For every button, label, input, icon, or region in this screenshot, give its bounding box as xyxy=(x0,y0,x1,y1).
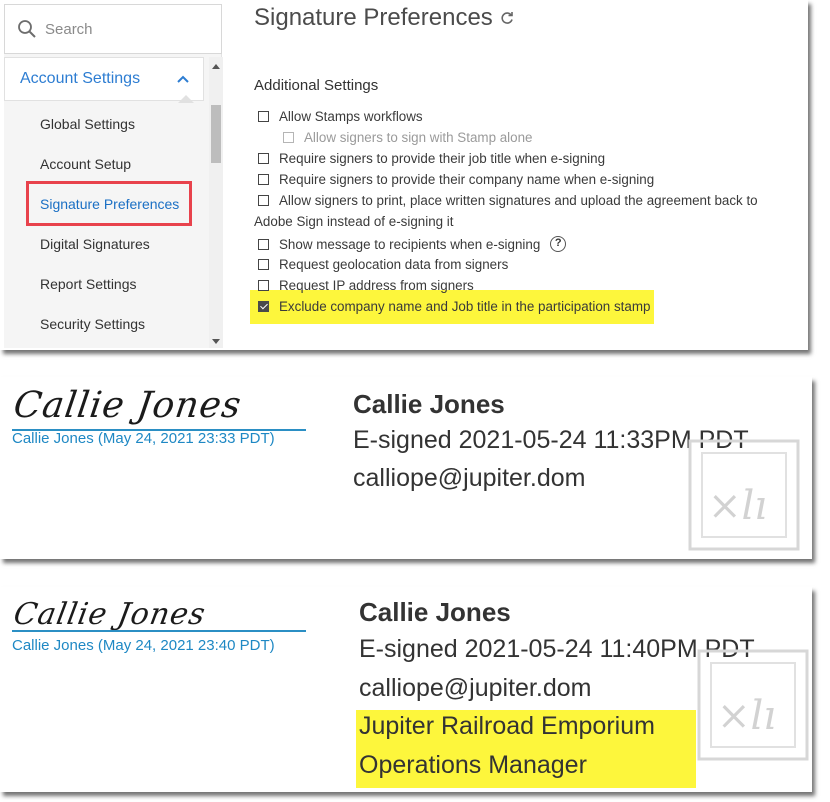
option-label: Request IP address from signers xyxy=(279,278,474,293)
option-ip-address[interactable]: Request IP address from signers xyxy=(258,278,474,293)
scroll-up-icon[interactable] xyxy=(212,64,220,69)
option-label: Require signers to provide their company… xyxy=(279,172,655,187)
sidebar-scrollbar[interactable] xyxy=(209,57,223,348)
sidebar: Search Account Settings Global Settings … xyxy=(4,4,223,348)
svg-text:×lı: ×lı xyxy=(708,483,767,529)
search-input[interactable]: Search xyxy=(4,4,222,54)
scroll-down-icon[interactable] xyxy=(212,339,220,344)
checkbox[interactable] xyxy=(258,195,269,206)
adobe-sign-stamp-icon: ×lı xyxy=(688,439,800,551)
main-content: Signature Preferences Additional Setting… xyxy=(240,0,806,348)
option-label: Allow signers to print, place written si… xyxy=(279,193,758,208)
sidebar-item-digital-signatures[interactable]: Digital Signatures xyxy=(40,222,179,262)
search-placeholder: Search xyxy=(45,20,93,38)
option-allow-print-continued: Adobe Sign instead of e-signing it xyxy=(254,214,454,229)
sidebar-item-security-settings[interactable]: Security Settings xyxy=(40,302,179,342)
option-show-message[interactable]: Show message to recipients when e-signin… xyxy=(258,236,567,252)
refresh-icon[interactable] xyxy=(499,10,515,26)
option-allow-print[interactable]: Allow signers to print, place written si… xyxy=(258,193,758,208)
checkbox[interactable] xyxy=(258,153,269,164)
checkbox[interactable] xyxy=(258,280,269,291)
option-label: Require signers to provide their job tit… xyxy=(279,151,606,166)
additional-settings-heading: Additional Settings xyxy=(254,77,379,94)
participation-stamp-2: Callie Jones Callie Jones (May 24, 2021 … xyxy=(0,587,812,792)
help-icon[interactable]: ? xyxy=(550,236,567,252)
signature-line xyxy=(12,630,306,632)
sidebar-item-global-settings[interactable]: Global Settings xyxy=(40,102,179,142)
active-item-highlight xyxy=(26,181,192,226)
search-icon xyxy=(18,20,36,38)
option-label: Request geolocation data from signers xyxy=(279,257,509,272)
chevron-up-icon[interactable] xyxy=(177,75,189,83)
option-allow-stamps[interactable]: Allow Stamps workflows xyxy=(258,109,423,124)
signature-caption: Callie Jones (May 24, 2021 23:33 PDT) xyxy=(12,430,275,447)
signer-job-title: Operations Manager xyxy=(359,751,587,779)
checkbox[interactable] xyxy=(283,132,294,143)
page-title-text: Signature Preferences xyxy=(254,4,493,31)
option-stamp-alone[interactable]: Allow signers to sign with Stamp alone xyxy=(283,130,533,145)
handwritten-signature: Callie Jones xyxy=(11,385,245,426)
option-label: Allow signers to sign with Stamp alone xyxy=(304,130,533,145)
option-exclude-company-job[interactable]: Exclude company name and Job title in th… xyxy=(258,299,650,314)
page-title: Signature Preferences xyxy=(254,4,515,32)
signer-email: calliope@jupiter.dom xyxy=(359,674,592,702)
checkbox[interactable] xyxy=(258,174,269,185)
checkbox[interactable] xyxy=(258,259,269,270)
participation-stamp-1: Callie Jones Callie Jones (May 24, 2021 … xyxy=(0,377,812,559)
option-require-job-title[interactable]: Require signers to provide their job tit… xyxy=(258,151,605,166)
signer-name: Callie Jones xyxy=(353,389,505,419)
signer-email: calliope@jupiter.dom xyxy=(353,464,586,492)
signer-company: Jupiter Railroad Emporium xyxy=(359,712,655,740)
option-label: Show message to recipients when e-signin… xyxy=(279,236,541,252)
scroll-thumb[interactable] xyxy=(211,105,221,163)
section-pointer xyxy=(178,95,194,103)
option-label: Exclude company name and Job title in th… xyxy=(279,299,651,314)
adobe-sign-stamp-icon: ×lı xyxy=(697,649,809,761)
sidebar-item-account-setup[interactable]: Account Setup xyxy=(40,142,179,182)
settings-window: Search Account Settings Global Settings … xyxy=(0,0,808,350)
account-settings-section[interactable]: Account Settings xyxy=(4,57,204,101)
checkbox[interactable] xyxy=(258,238,269,250)
option-geolocation[interactable]: Request geolocation data from signers xyxy=(258,257,508,272)
account-settings-label: Account Settings xyxy=(20,70,141,87)
signer-name: Callie Jones xyxy=(359,597,511,627)
svg-text:×lı: ×lı xyxy=(717,693,776,739)
option-require-company[interactable]: Require signers to provide their company… xyxy=(258,172,654,187)
handwritten-signature: Callie Jones xyxy=(10,597,209,632)
sidebar-item-report-settings[interactable]: Report Settings xyxy=(40,262,179,302)
signature-caption: Callie Jones (May 24, 2021 23:40 PDT) xyxy=(12,637,275,654)
checkbox[interactable] xyxy=(258,111,269,122)
esigned-timestamp: E-signed 2021-05-24 11:40PM PDT xyxy=(359,635,755,663)
option-label: Allow Stamps workflows xyxy=(279,109,423,124)
checkbox-checked-icon[interactable] xyxy=(258,301,269,312)
